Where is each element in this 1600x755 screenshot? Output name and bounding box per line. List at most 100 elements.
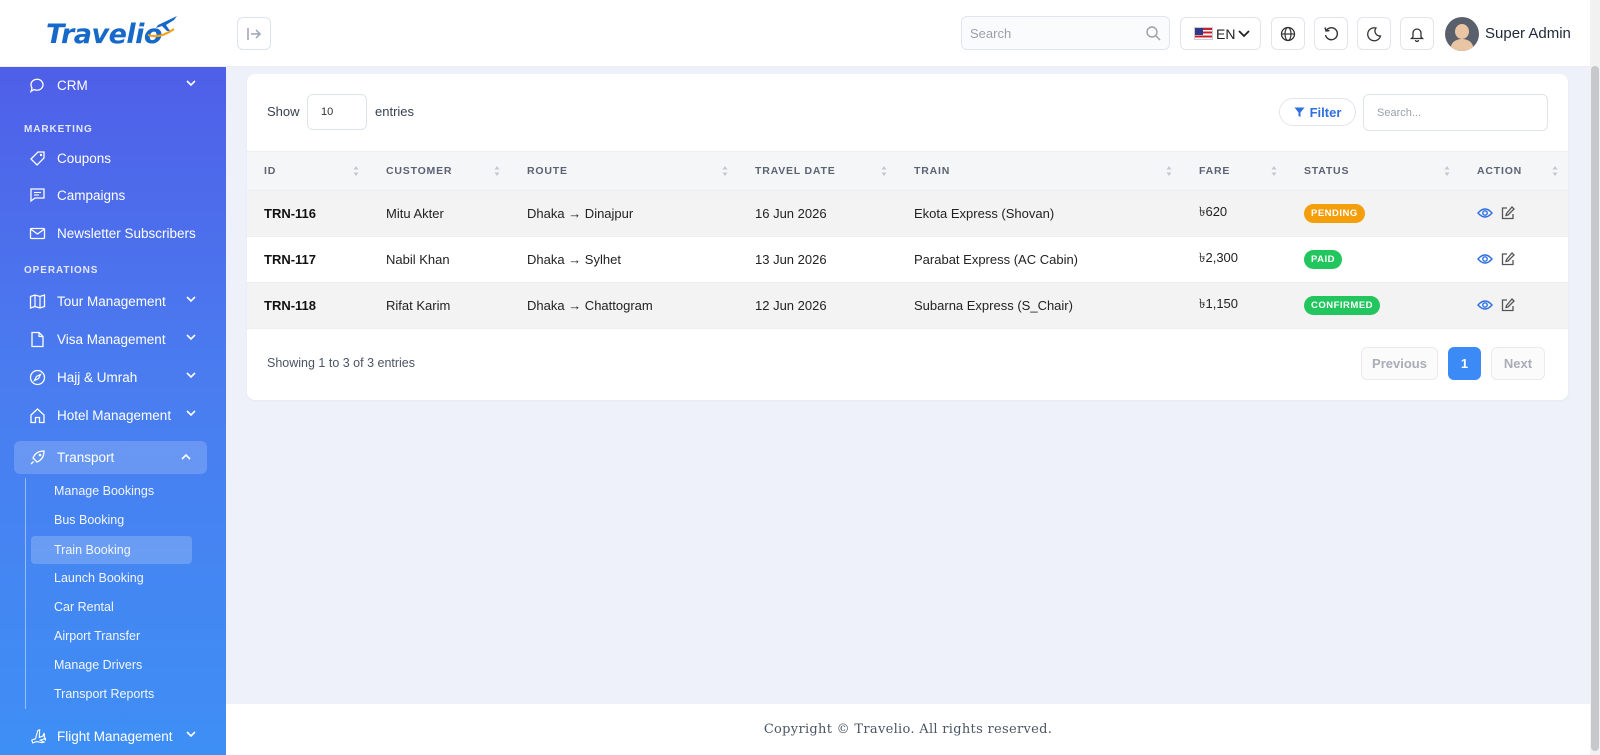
- sidebar-item-label: Transport: [57, 450, 115, 465]
- column-header-action[interactable]: ACTION: [1460, 152, 1568, 191]
- cell-id: TRN-117: [264, 252, 317, 267]
- cell-fare: ৳1,150: [1199, 296, 1239, 311]
- scrollbar-thumb[interactable]: [1591, 66, 1599, 751]
- cell-id: TRN-116: [264, 206, 317, 221]
- sidebar-item-crm[interactable]: CRM: [0, 68, 226, 102]
- sidebar-item-newsletter-subscribers[interactable]: Newsletter Subscribers: [0, 216, 226, 250]
- sub-item-airport-transfer[interactable]: Airport Transfer: [54, 625, 140, 647]
- sidebar-collapse-button[interactable]: [237, 17, 271, 50]
- edit-icon[interactable]: [1501, 297, 1515, 312]
- show-label: Show: [267, 104, 300, 119]
- map-icon: [28, 292, 46, 310]
- home-icon: [28, 406, 46, 424]
- table-row: TRN-116 Mitu Akter Dhaka → Dinajpur 16 J…: [247, 190, 1568, 237]
- edit-icon[interactable]: [1501, 205, 1515, 220]
- sort-icon: [1166, 166, 1172, 176]
- status-badge: PENDING: [1304, 204, 1365, 223]
- column-header-travel-date[interactable]: TRAVEL DATE: [738, 152, 897, 191]
- sort-icon: [1271, 166, 1277, 176]
- sidebar-item-transport[interactable]: Transport: [14, 441, 207, 474]
- sub-item-manage-drivers[interactable]: Manage Drivers: [54, 654, 142, 676]
- cell-route: Dhaka → Sylhet: [527, 252, 621, 267]
- sidebar-item-visa-management[interactable]: Visa Management: [0, 322, 226, 356]
- chevron-down-icon: [186, 80, 196, 87]
- chevron-down-icon: [186, 296, 196, 303]
- globe-button[interactable]: [1271, 17, 1305, 50]
- sub-item-transport-reports[interactable]: Transport Reports: [54, 683, 154, 705]
- filter-label: Filter: [1309, 104, 1342, 120]
- previous-page-button[interactable]: Previous: [1361, 347, 1438, 380]
- us-flag-icon: [1194, 27, 1213, 40]
- column-header-status[interactable]: STATUS: [1287, 152, 1460, 191]
- column-header-id[interactable]: ID: [247, 152, 369, 191]
- status-badge: PAID: [1304, 250, 1342, 269]
- compass-icon: [28, 368, 46, 386]
- refresh-button[interactable]: [1314, 17, 1348, 50]
- page-scrollbar[interactable]: [1590, 0, 1600, 755]
- language-label: EN: [1216, 25, 1236, 42]
- avatar: [1445, 16, 1479, 51]
- sub-item-manage-bookings[interactable]: Manage Bookings: [54, 480, 154, 502]
- search-icon[interactable]: [1145, 25, 1161, 41]
- page-1-button[interactable]: 1: [1448, 347, 1481, 380]
- entries-label: entries: [375, 104, 415, 119]
- column-header-route[interactable]: ROUTE: [510, 152, 738, 191]
- sub-item-train-booking[interactable]: Train Booking: [31, 536, 192, 564]
- sub-item-launch-booking[interactable]: Launch Booking: [54, 567, 144, 589]
- global-search[interactable]: [961, 16, 1170, 50]
- chevron-down-icon: [186, 372, 196, 379]
- sidebar-item-hajj-umrah[interactable]: Hajj & Umrah: [0, 360, 226, 394]
- cell-route: Dhaka → Dinajpur: [527, 206, 634, 221]
- file-icon: [28, 330, 46, 348]
- sort-icon: [722, 166, 728, 176]
- mail-icon: [28, 224, 46, 242]
- sidebar-item-campaigns[interactable]: Campaigns: [0, 178, 226, 212]
- sort-icon: [881, 166, 887, 176]
- cell-travel-date: 16 Jun 2026: [755, 206, 827, 221]
- edit-icon[interactable]: [1501, 251, 1515, 266]
- cell-customer: Nabil Khan: [386, 252, 450, 267]
- travelio-logo[interactable]: Travelio: [46, 13, 178, 53]
- cell-train: Ekota Express (Shovan): [914, 206, 1055, 221]
- sidebar-item-coupons[interactable]: Coupons: [0, 141, 226, 175]
- chevron-down-icon: [186, 334, 196, 341]
- user-menu[interactable]: Super Admin: [1445, 16, 1571, 51]
- filter-icon: [1294, 107, 1305, 117]
- top-header: Travelio EN: [0, 0, 1590, 67]
- global-search-input[interactable]: [962, 17, 1132, 49]
- sidebar: CRM MARKETING Coupons Campaigns Newslett…: [0, 67, 226, 755]
- column-header-train[interactable]: TRAIN: [897, 152, 1182, 191]
- language-selector[interactable]: EN: [1180, 17, 1261, 50]
- column-header-fare[interactable]: FARE: [1182, 152, 1287, 191]
- sort-icon: [353, 166, 359, 176]
- entries-per-page-select[interactable]: 10: [307, 94, 367, 130]
- theme-toggle-button[interactable]: [1357, 17, 1391, 50]
- bell-icon: [1409, 27, 1425, 42]
- filter-button[interactable]: Filter: [1279, 98, 1356, 126]
- notifications-button[interactable]: [1400, 17, 1434, 50]
- next-page-button[interactable]: Next: [1491, 347, 1545, 380]
- sub-item-bus-booking[interactable]: Bus Booking: [54, 509, 124, 531]
- sidebar-item-tour-management[interactable]: Tour Management: [0, 284, 226, 318]
- column-header-customer[interactable]: CUSTOMER: [369, 152, 510, 191]
- user-name: Super Admin: [1485, 25, 1571, 42]
- table-search-input[interactable]: [1364, 95, 1547, 130]
- cell-train: Parabat Express (AC Cabin): [914, 252, 1079, 267]
- status-badge: CONFIRMED: [1304, 296, 1381, 315]
- globe-icon: [1280, 26, 1296, 41]
- cell-status: CONFIRMED: [1287, 283, 1460, 329]
- moon-icon: [1367, 26, 1382, 41]
- footer: Copyright © Travelio. All rights reserve…: [226, 704, 1590, 755]
- cell-customer: Rifat Karim: [386, 298, 451, 313]
- sidebar-item-label: Campaigns: [57, 187, 126, 203]
- table-search[interactable]: [1363, 94, 1548, 131]
- sidebar-item-hotel-management[interactable]: Hotel Management: [0, 398, 226, 432]
- sort-icon: [1444, 166, 1450, 176]
- view-icon[interactable]: [1477, 299, 1493, 311]
- sidebar-item-label: Newsletter Subscribers: [57, 225, 196, 241]
- view-icon[interactable]: [1477, 207, 1493, 219]
- sidebar-item-flight-management[interactable]: Flight Management: [0, 719, 226, 753]
- view-icon[interactable]: [1477, 253, 1493, 265]
- sidebar-item-label: Flight Management: [57, 728, 173, 744]
- sub-item-car-rental[interactable]: Car Rental: [54, 596, 114, 618]
